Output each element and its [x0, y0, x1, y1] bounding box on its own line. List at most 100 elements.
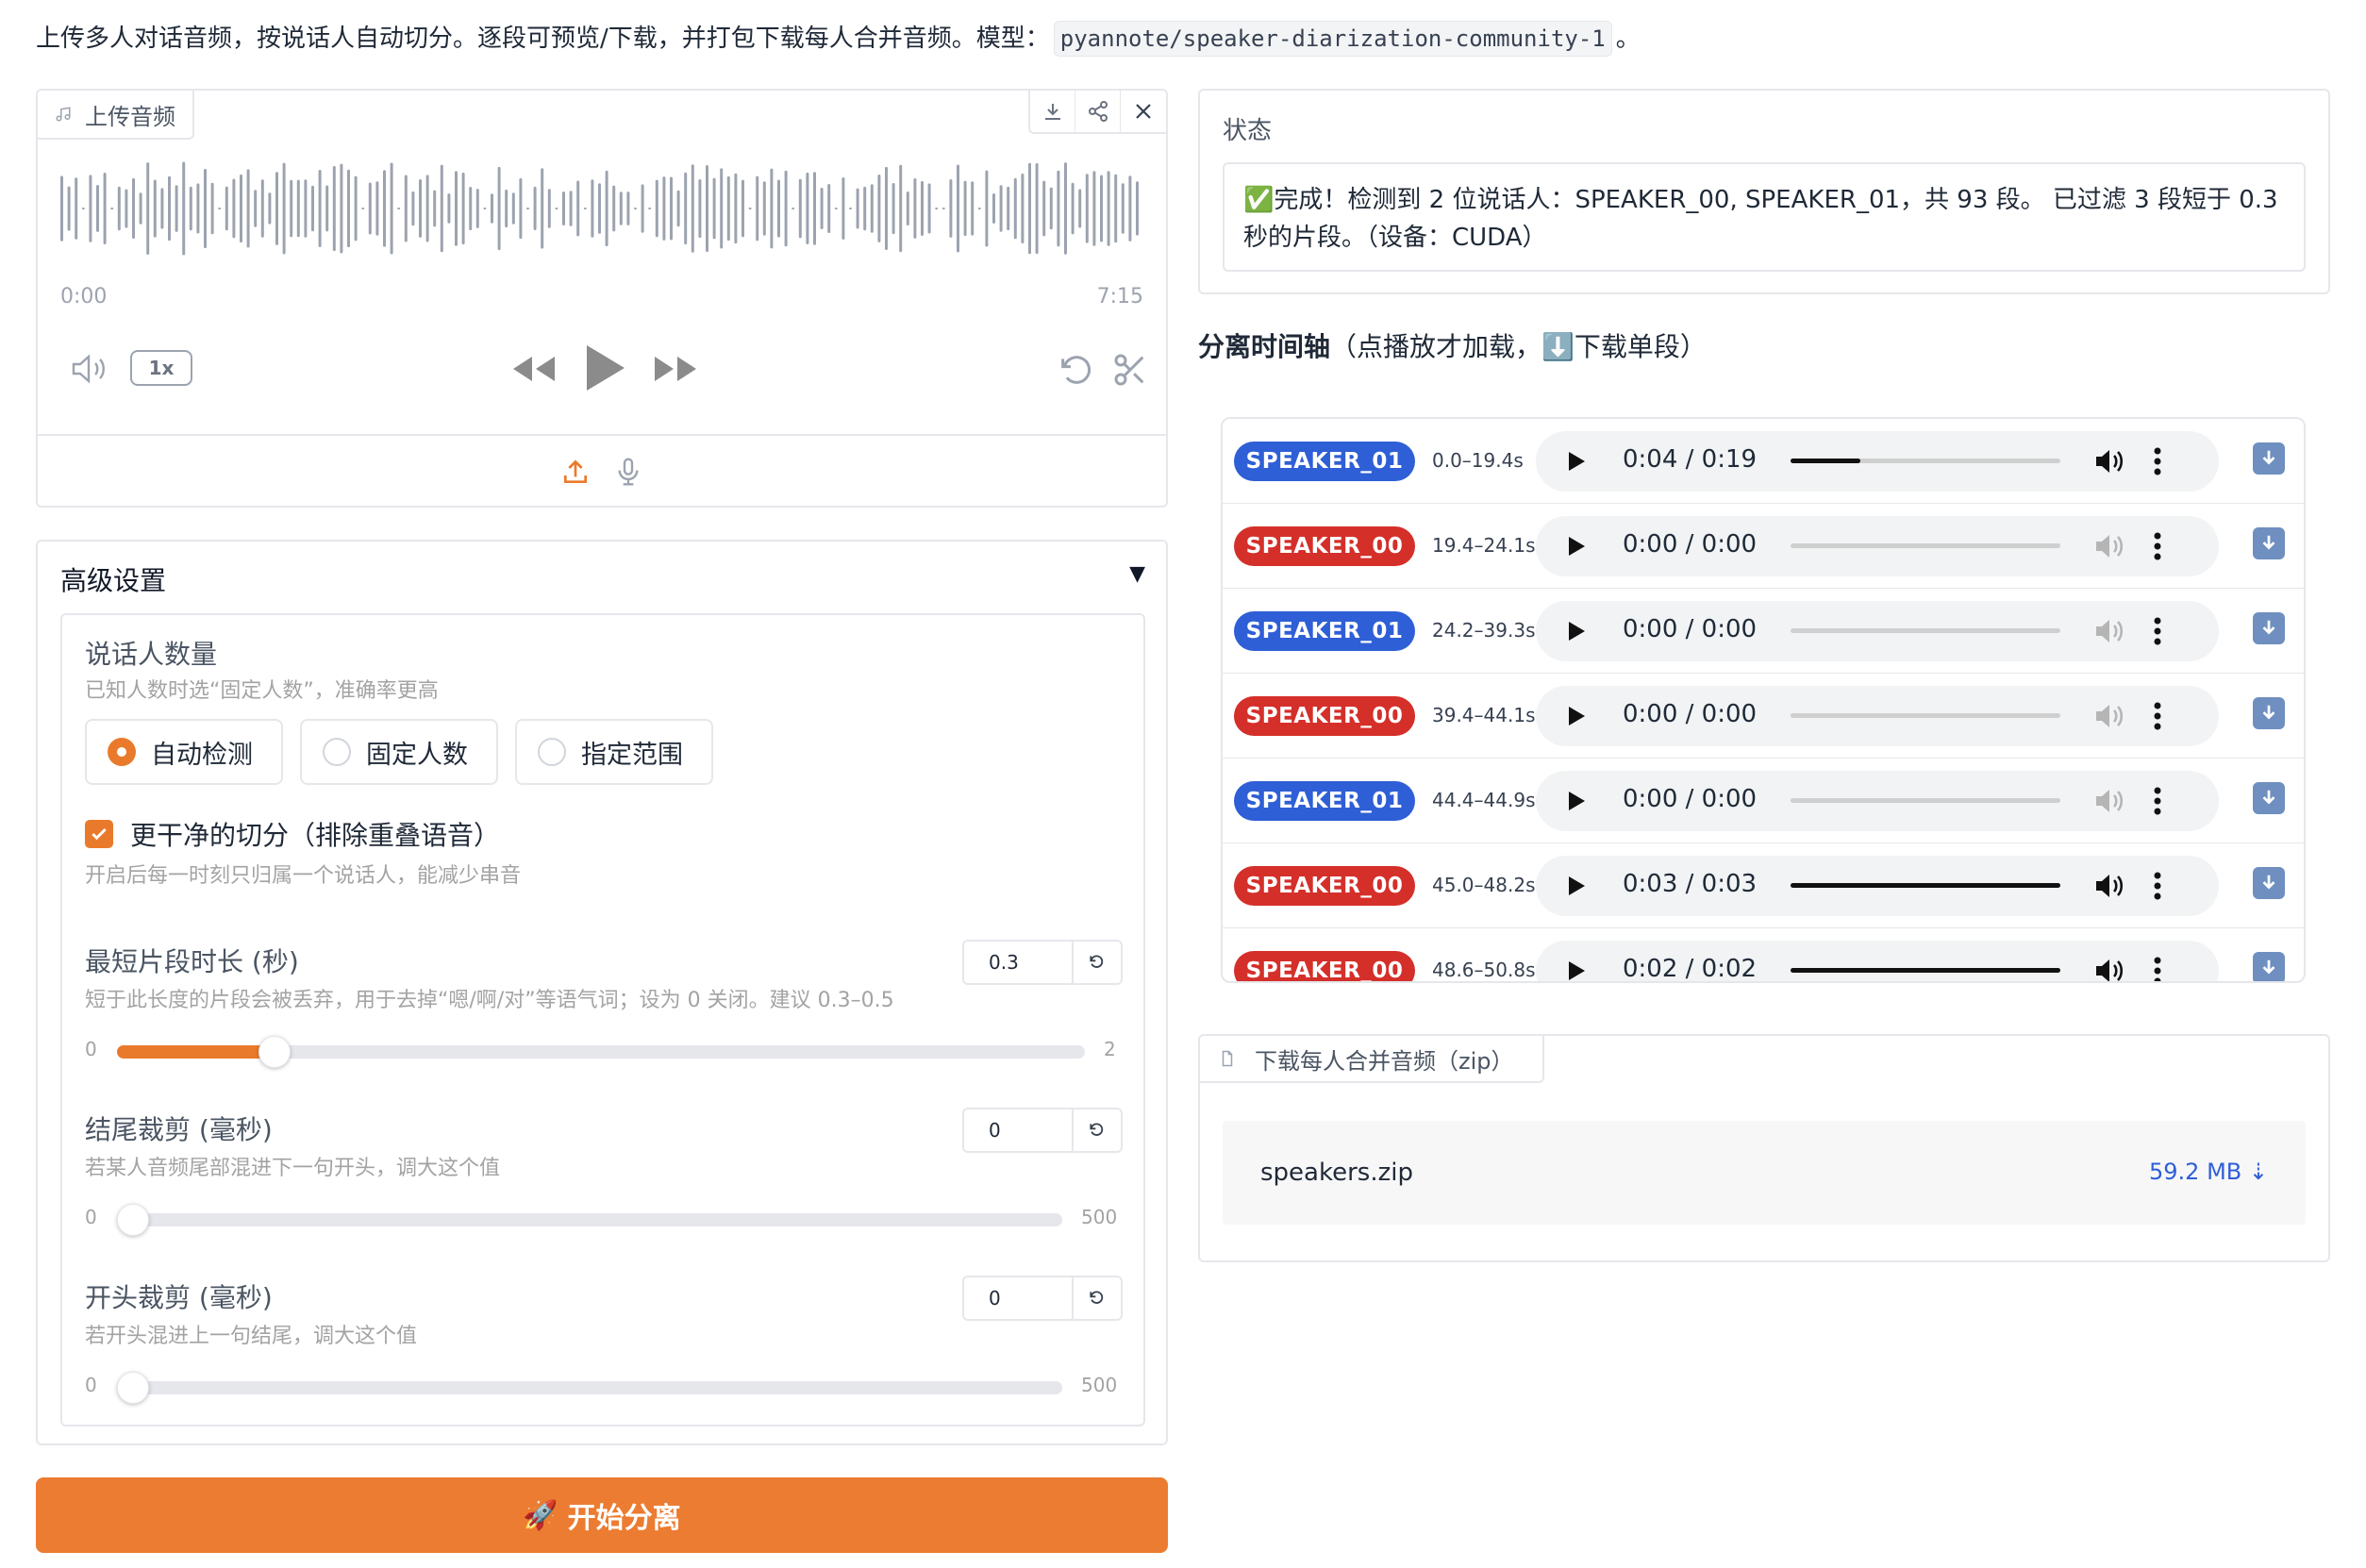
- segment-progress-bar[interactable]: [1791, 883, 2060, 888]
- fast-forward-icon[interactable]: [653, 355, 698, 383]
- audio-actions: [1028, 91, 1166, 134]
- rocket-icon: 🚀: [523, 1499, 558, 1531]
- speaker-badge: SPEAKER_00: [1234, 866, 1415, 906]
- min-segment-reset-button[interactable]: [1074, 942, 1121, 983]
- advanced-settings-title[interactable]: 高级设置: [60, 560, 166, 598]
- waveform[interactable]: [60, 157, 1145, 260]
- segment-audio-player[interactable]: 0:04 / 0:19: [1536, 431, 2219, 492]
- segment-audio-player[interactable]: 0:02 / 0:02: [1536, 941, 2219, 983]
- volume-icon[interactable]: [2094, 618, 2126, 644]
- start-separation-button[interactable]: 🚀 开始分离: [36, 1477, 1168, 1553]
- waveform-bar: [712, 177, 716, 240]
- play-icon[interactable]: [1566, 450, 1587, 473]
- download-segment-button[interactable]: [2253, 442, 2285, 475]
- segment-audio-player[interactable]: 0:00 / 0:00: [1536, 771, 2219, 831]
- volume-icon[interactable]: [70, 353, 111, 385]
- segment-audio-player[interactable]: 0:00 / 0:00: [1536, 601, 2219, 661]
- tail-trim-input[interactable]: 0: [964, 1109, 1074, 1151]
- upload-icon[interactable]: [560, 457, 591, 487]
- clean-cut-checkbox[interactable]: 更干净的切分（排除重叠语音）: [85, 815, 500, 853]
- more-options-icon[interactable]: [2153, 616, 2162, 646]
- segment-progress-bar[interactable]: [1791, 798, 2060, 803]
- more-options-icon[interactable]: [2153, 871, 2162, 901]
- speaker-badge: SPEAKER_01: [1234, 781, 1415, 821]
- waveform-bar: [475, 189, 479, 228]
- clear-audio-button[interactable]: [1121, 91, 1166, 132]
- tail-trim-input-group: 0: [962, 1108, 1123, 1153]
- volume-icon[interactable]: [2094, 788, 2126, 814]
- waveform-bar: [935, 208, 939, 209]
- min-segment-slider-fill: [117, 1045, 274, 1059]
- download-segment-button[interactable]: [2253, 867, 2285, 899]
- scissors-icon[interactable]: [1111, 351, 1149, 389]
- segment-row: SPEAKER_01 24.2–39.3s 0:00 / 0:00: [1223, 589, 2304, 674]
- more-options-icon[interactable]: [2153, 956, 2162, 983]
- play-icon[interactable]: [583, 343, 626, 392]
- rewind-icon[interactable]: [511, 355, 557, 383]
- download-segment-button[interactable]: [2253, 782, 2285, 814]
- head-trim-reset-button[interactable]: [1074, 1277, 1121, 1319]
- waveform-bar: [160, 188, 164, 229]
- zip-file-row[interactable]: speakers.zip 59.2 MB ⇣: [1223, 1121, 2306, 1225]
- microphone-icon[interactable]: [613, 455, 643, 489]
- play-icon[interactable]: [1566, 790, 1587, 812]
- play-icon[interactable]: [1566, 620, 1587, 642]
- more-options-icon[interactable]: [2153, 786, 2162, 816]
- timeline-list[interactable]: SPEAKER_01 0.0–19.4s 0:04 / 0:19 SPEAKER_00…: [1221, 417, 2306, 983]
- volume-icon[interactable]: [2094, 703, 2126, 729]
- segment-progress-bar[interactable]: [1791, 713, 2060, 718]
- segment-audio-player[interactable]: 0:03 / 0:03: [1536, 856, 2219, 916]
- min-segment-slider[interactable]: [117, 1036, 1085, 1068]
- waveform-bar: [547, 189, 551, 228]
- waveform-bar: [798, 178, 802, 239]
- head-trim-slider[interactable]: [117, 1372, 1062, 1404]
- waveform-bar: [670, 176, 673, 241]
- waveform-bar: [225, 186, 228, 231]
- play-icon[interactable]: [1566, 959, 1587, 982]
- more-options-icon[interactable]: [2153, 446, 2162, 476]
- min-segment-input[interactable]: 0.3: [964, 942, 1074, 983]
- volume-icon[interactable]: [2094, 873, 2126, 899]
- download-audio-button[interactable]: [1030, 91, 1075, 132]
- more-options-icon[interactable]: [2153, 701, 2162, 731]
- waveform-bar: [756, 175, 759, 242]
- radio-fixed-count[interactable]: 固定人数: [300, 719, 498, 785]
- waveform-bar: [282, 162, 286, 255]
- segment-audio-player[interactable]: 0:00 / 0:00: [1536, 686, 2219, 746]
- segment-progress-bar[interactable]: [1791, 459, 2060, 463]
- download-segment-button[interactable]: [2253, 527, 2285, 559]
- more-options-icon[interactable]: [2153, 531, 2162, 561]
- play-icon[interactable]: [1566, 705, 1587, 727]
- radio-auto-detect[interactable]: 自动检测: [85, 719, 283, 785]
- tail-trim-slider[interactable]: [117, 1204, 1062, 1236]
- undo-icon[interactable]: [1057, 351, 1094, 389]
- tail-trim-reset-button[interactable]: [1074, 1109, 1121, 1151]
- speaker-badge: SPEAKER_01: [1234, 611, 1415, 651]
- play-icon[interactable]: [1566, 875, 1587, 897]
- head-trim-slider-thumb[interactable]: [117, 1372, 149, 1404]
- share-audio-button[interactable]: [1075, 91, 1121, 132]
- waveform-bar: [254, 190, 258, 227]
- check-icon: ✅: [1243, 186, 1275, 214]
- min-segment-slider-thumb[interactable]: [258, 1036, 291, 1068]
- collapse-arrow-icon[interactable]: ▼: [1129, 562, 1145, 586]
- segment-progress-bar[interactable]: [1791, 543, 2060, 548]
- head-trim-input[interactable]: 0: [964, 1277, 1074, 1319]
- download-segment-button[interactable]: [2253, 952, 2285, 981]
- download-segment-button[interactable]: [2253, 697, 2285, 729]
- head-trim-label: 开头裁剪 (毫秒): [85, 1282, 273, 1313]
- segment-audio-player[interactable]: 0:00 / 0:00: [1536, 516, 2219, 576]
- segment-progress-bar[interactable]: [1791, 628, 2060, 633]
- tail-trim-slider-thumb[interactable]: [117, 1204, 149, 1236]
- segment-progress-bar[interactable]: [1791, 968, 2060, 973]
- volume-icon[interactable]: [2094, 448, 2126, 475]
- volume-icon[interactable]: [2094, 533, 2126, 559]
- min-segment-min: 0: [85, 1038, 97, 1060]
- download-segment-button[interactable]: [2253, 612, 2285, 644]
- playback-speed-button[interactable]: 1x: [130, 350, 192, 386]
- radio-range[interactable]: 指定范围: [515, 719, 713, 785]
- zip-file-size-link[interactable]: 59.2 MB ⇣: [2149, 1159, 2268, 1185]
- volume-icon[interactable]: [2094, 958, 2126, 983]
- waveform-bar: [67, 186, 71, 231]
- play-icon[interactable]: [1566, 535, 1587, 558]
